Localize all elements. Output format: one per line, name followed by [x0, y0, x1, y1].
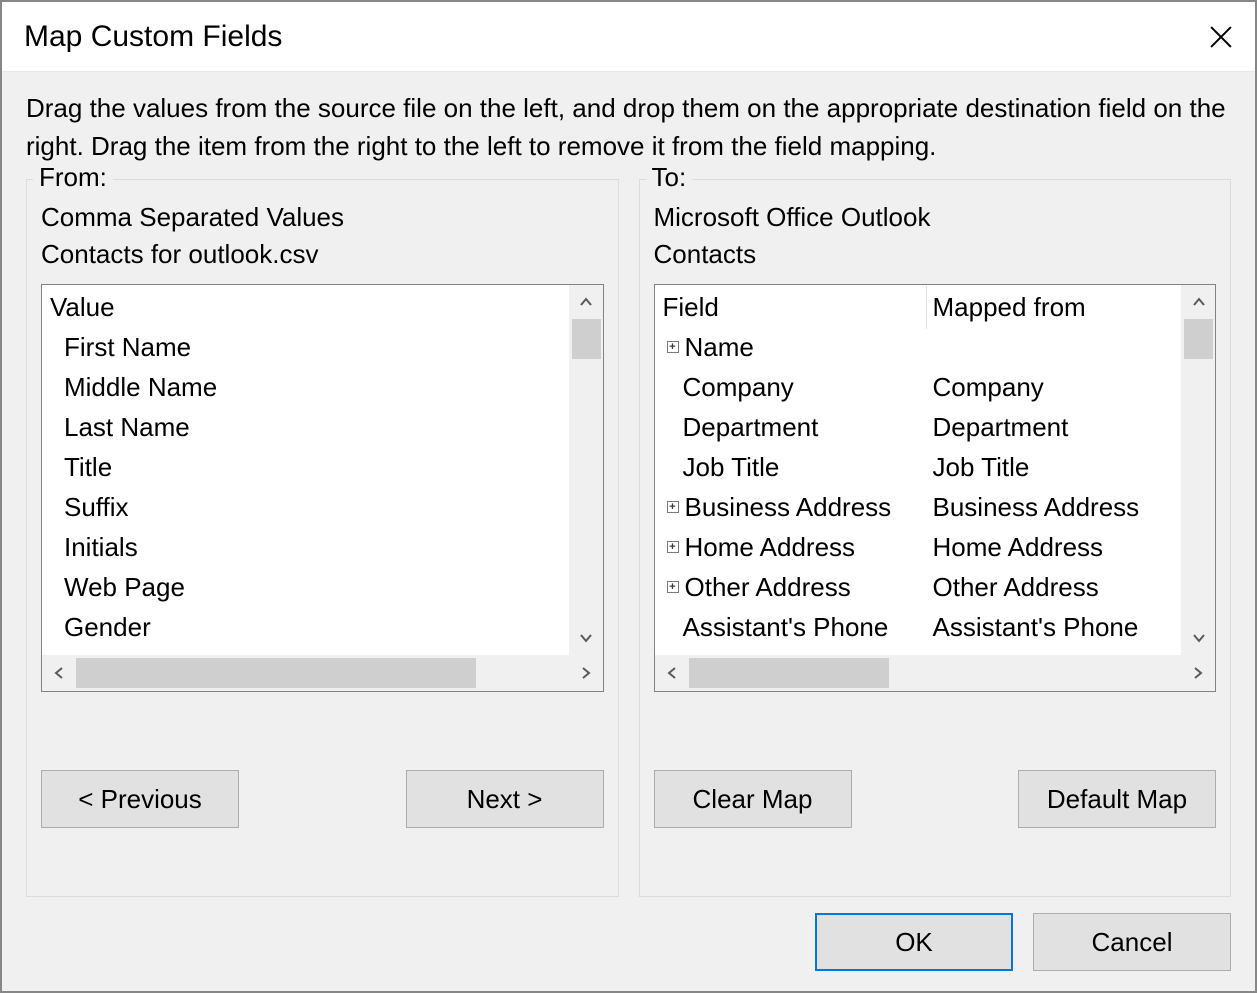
instructions-text: Drag the values from the source file on …	[26, 90, 1231, 165]
from-source-type: Comma Separated Values	[41, 202, 604, 233]
panels-row: From: Comma Separated Values Contacts fo…	[26, 179, 1231, 897]
from-legend: From:	[33, 162, 113, 193]
from-list-items: Value First Name Middle Name Last Name T…	[42, 285, 569, 655]
to-header-field[interactable]: Field	[655, 286, 927, 329]
to-column-headers[interactable]: Field Mapped from	[655, 287, 1182, 327]
mapped-label: Home Address	[927, 532, 1182, 563]
field-label: Company	[683, 372, 794, 403]
tree-item[interactable]: + Name	[655, 327, 1182, 367]
from-vertical-scrollbar[interactable]	[569, 285, 603, 655]
ok-button[interactable]: OK	[815, 913, 1013, 971]
from-column-header[interactable]: Value	[42, 287, 569, 327]
title-bar: Map Custom Fields	[2, 2, 1255, 72]
default-map-button[interactable]: Default Map	[1018, 770, 1216, 828]
scroll-up-icon[interactable]	[1182, 285, 1215, 319]
scroll-right-icon[interactable]	[1181, 655, 1215, 691]
list-item[interactable]: Suffix	[42, 487, 569, 527]
tree-item[interactable]: Company Company	[655, 367, 1182, 407]
dialog-footer: OK Cancel	[26, 913, 1231, 971]
to-list-items: Field Mapped from + Name Company Company	[655, 285, 1182, 655]
close-icon	[1209, 25, 1233, 49]
plus-icon[interactable]: +	[667, 541, 679, 553]
plus-icon[interactable]: +	[667, 501, 679, 513]
plus-icon[interactable]: +	[667, 341, 679, 353]
tree-item[interactable]: + Other Address Other Address	[655, 567, 1182, 607]
tree-item[interactable]: + Home Address Home Address	[655, 527, 1182, 567]
dialog-body: Drag the values from the source file on …	[2, 72, 1255, 991]
field-label: Department	[683, 412, 819, 443]
scroll-left-icon[interactable]	[42, 655, 76, 691]
mapped-label: Department	[927, 412, 1182, 443]
from-list-body: Value First Name Middle Name Last Name T…	[42, 285, 603, 655]
scroll-thumb[interactable]	[689, 658, 889, 688]
to-legend: To:	[646, 162, 693, 193]
scroll-right-icon[interactable]	[569, 655, 603, 691]
list-item[interactable]: First Name	[42, 327, 569, 367]
from-source-file: Contacts for outlook.csv	[41, 239, 604, 270]
scroll-left-icon[interactable]	[655, 655, 689, 691]
list-item[interactable]: Last Name	[42, 407, 569, 447]
dialog-map-custom-fields: Map Custom Fields Drag the values from t…	[0, 0, 1257, 993]
to-list-body: Field Mapped from + Name Company Company	[655, 285, 1216, 655]
list-item[interactable]: Initials	[42, 527, 569, 567]
scroll-track[interactable]	[1182, 319, 1215, 621]
from-panel: From: Comma Separated Values Contacts fo…	[26, 179, 619, 897]
previous-button[interactable]: < Previous	[41, 770, 239, 828]
field-label: Job Title	[683, 452, 780, 483]
field-label: Assistant's Phone	[683, 612, 889, 643]
scroll-thumb[interactable]	[1184, 319, 1213, 359]
from-buttons: < Previous Next >	[41, 770, 604, 828]
scroll-down-icon[interactable]	[1182, 621, 1215, 655]
list-item[interactable]: Title	[42, 447, 569, 487]
scroll-track[interactable]	[570, 319, 603, 621]
to-buttons: Clear Map Default Map	[654, 770, 1217, 828]
to-vertical-scrollbar[interactable]	[1181, 285, 1215, 655]
tree-item[interactable]: Department Department	[655, 407, 1182, 447]
close-button[interactable]	[1201, 17, 1241, 57]
mapped-label: Job Title	[927, 452, 1182, 483]
tree-item[interactable]: + Business Address Business Address	[655, 487, 1182, 527]
field-label: Other Address	[685, 572, 851, 603]
mapped-label: Company	[927, 372, 1182, 403]
field-label: Home Address	[685, 532, 856, 563]
mapped-label: Assistant's Phone	[927, 612, 1182, 643]
from-horizontal-scrollbar[interactable]	[42, 655, 603, 691]
to-panel: To: Microsoft Office Outlook Contacts Fi…	[639, 179, 1232, 897]
scroll-track[interactable]	[689, 655, 1182, 691]
to-listbox[interactable]: Field Mapped from + Name Company Company	[654, 284, 1217, 692]
scroll-thumb[interactable]	[572, 319, 601, 359]
to-target-folder: Contacts	[654, 239, 1217, 270]
from-listbox[interactable]: Value First Name Middle Name Last Name T…	[41, 284, 604, 692]
scroll-thumb[interactable]	[76, 658, 476, 688]
to-horizontal-scrollbar[interactable]	[655, 655, 1216, 691]
dialog-title: Map Custom Fields	[24, 20, 1201, 54]
scroll-track[interactable]	[76, 655, 569, 691]
scroll-up-icon[interactable]	[570, 285, 603, 319]
to-header-mapped[interactable]: Mapped from	[927, 286, 1182, 329]
field-label: Name	[685, 332, 754, 363]
list-item[interactable]: Gender	[42, 607, 569, 647]
field-label: Business Address	[685, 492, 892, 523]
mapped-label: Other Address	[927, 572, 1182, 603]
mapped-label: Business Address	[927, 492, 1182, 523]
scroll-down-icon[interactable]	[570, 621, 603, 655]
list-item[interactable]: Middle Name	[42, 367, 569, 407]
next-button[interactable]: Next >	[406, 770, 604, 828]
to-target-app: Microsoft Office Outlook	[654, 202, 1217, 233]
tree-item[interactable]: Assistant's Phone Assistant's Phone	[655, 607, 1182, 647]
tree-item[interactable]: Job Title Job Title	[655, 447, 1182, 487]
cancel-button[interactable]: Cancel	[1033, 913, 1231, 971]
plus-icon[interactable]: +	[667, 581, 679, 593]
list-item[interactable]: Web Page	[42, 567, 569, 607]
clear-map-button[interactable]: Clear Map	[654, 770, 852, 828]
